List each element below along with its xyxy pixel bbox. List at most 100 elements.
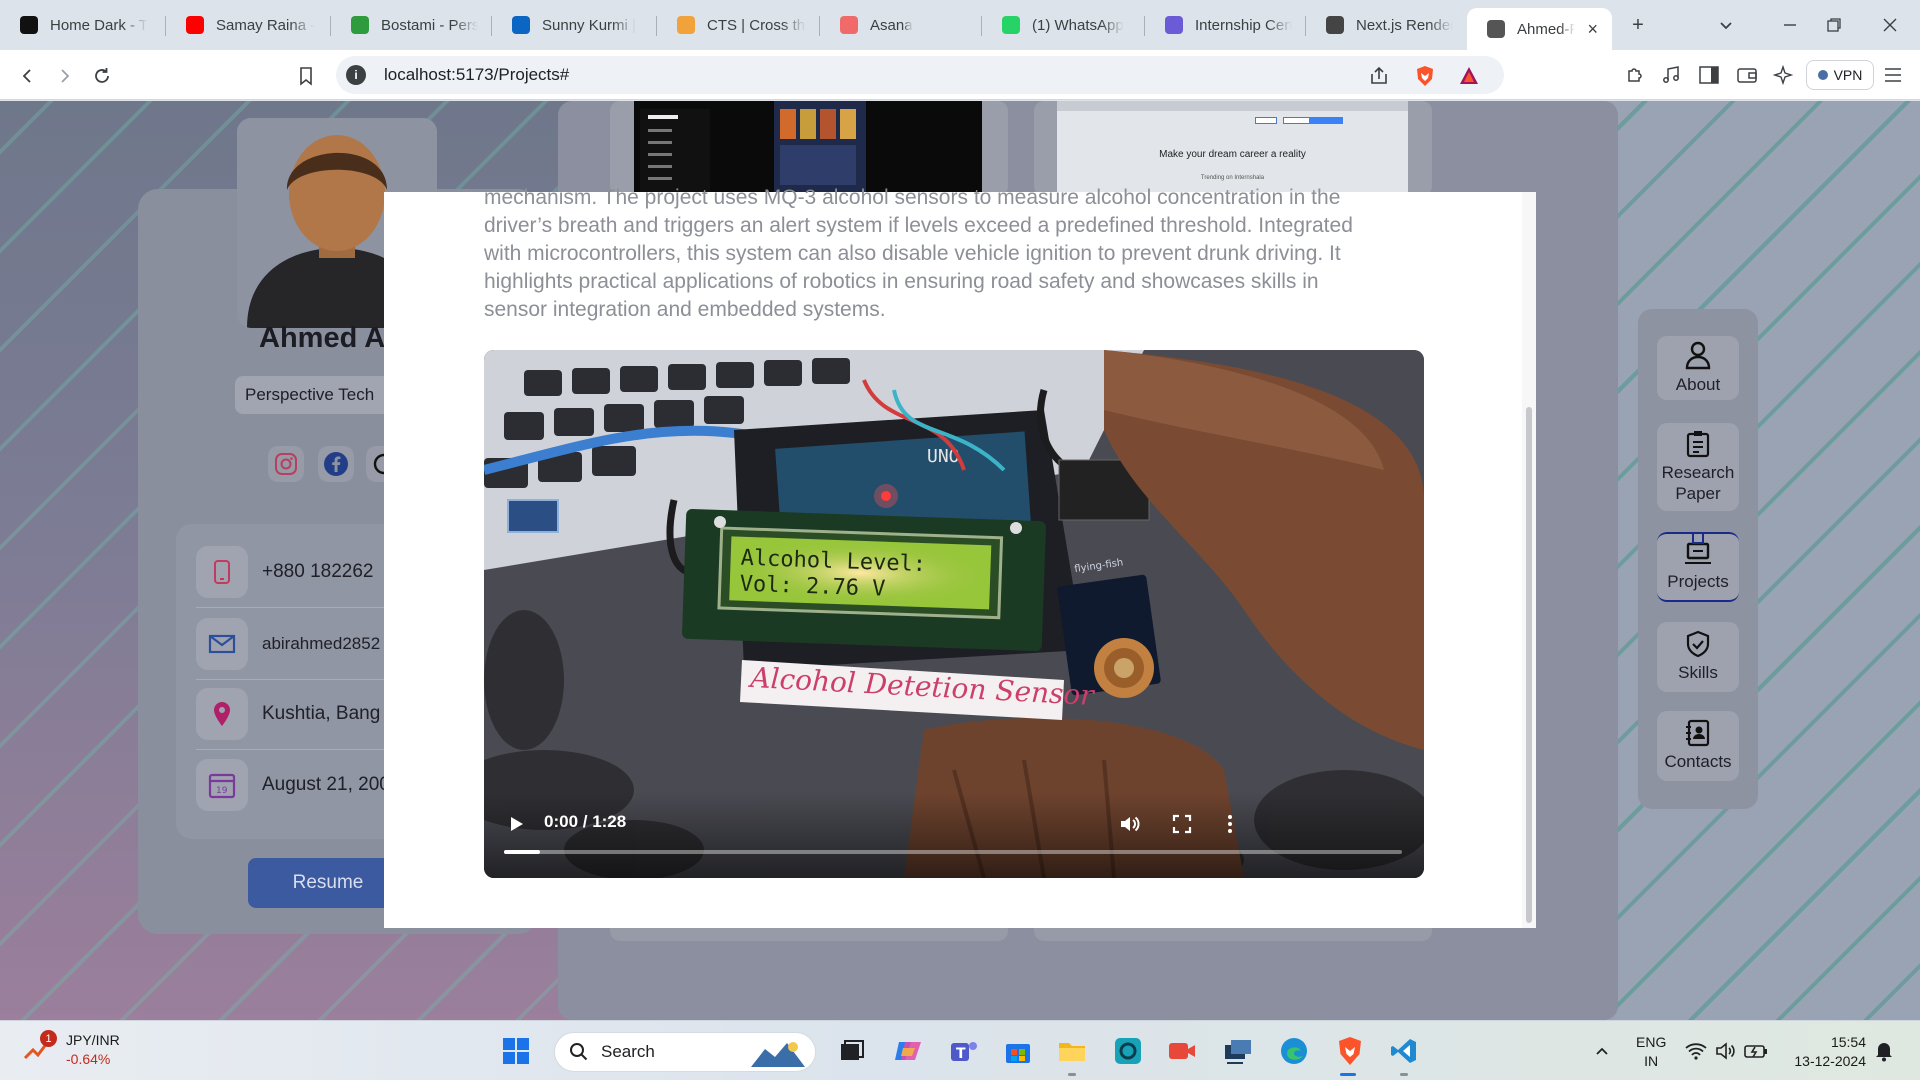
new-tab-button[interactable]: + [1618, 0, 1658, 50]
browser-tab[interactable]: Sunny Kurmi | [492, 0, 657, 50]
forward-button[interactable] [48, 60, 80, 92]
bolt-icon [351, 16, 369, 34]
browser-tab[interactable]: Bostami - Pers [331, 0, 492, 50]
chevron-up-icon [1596, 1047, 1608, 1055]
fullscreen-icon[interactable] [1170, 812, 1194, 836]
share-icon[interactable] [1368, 65, 1390, 87]
project-thumbnail-internshala-clone[interactable]: Make your dream career a reality Trendin… [1057, 101, 1408, 193]
browser-tab[interactable]: Internship Cert [1145, 0, 1306, 50]
search-label: Search [601, 1042, 655, 1061]
wifi-status[interactable] [1680, 1035, 1712, 1067]
preview-employer-button [1309, 117, 1343, 124]
video-progress-fill [504, 850, 540, 854]
teams-icon: T [951, 1042, 977, 1062]
svg-text:T: T [956, 1046, 966, 1062]
remote-desktop-button[interactable] [1222, 1035, 1254, 1067]
brave-shield-icon[interactable] [1414, 65, 1436, 87]
system-clock[interactable]: 15:54 13-12-2024 [1786, 1033, 1866, 1071]
more-options-icon[interactable] [1218, 812, 1242, 836]
facebook-link[interactable] [318, 446, 354, 482]
vpn-status-icon [1817, 70, 1828, 80]
task-view-button[interactable] [836, 1035, 868, 1067]
vscode-button[interactable] [1388, 1035, 1420, 1067]
extensions-button[interactable] [1624, 64, 1646, 86]
volume-icon[interactable] [1118, 812, 1142, 836]
nav-item-label: Skills [1678, 663, 1718, 683]
search-highlight-icon [751, 1042, 805, 1067]
media-button[interactable] [1660, 64, 1682, 86]
shield-icon [1685, 630, 1711, 662]
close-window-button[interactable] [1870, 0, 1910, 50]
whatsapp-icon [1002, 16, 1020, 34]
site-info-icon[interactable]: i [346, 65, 366, 85]
modal-scrollbar-thumb[interactable] [1526, 407, 1532, 923]
vpn-button[interactable]: VPN [1806, 60, 1874, 90]
project-video[interactable]: UNO Alcohol Level: Vol: 2.76 V flying-fi… [484, 350, 1424, 878]
wifi-icon [1685, 1043, 1707, 1060]
wallet-button[interactable] [1736, 64, 1758, 86]
file-explorer-button[interactable] [1056, 1035, 1088, 1067]
file-explorer-running-indicator [1068, 1073, 1076, 1076]
volume-status[interactable] [1710, 1035, 1742, 1067]
browser-tab[interactable]: Next.js Render [1306, 0, 1467, 50]
minimize-button[interactable] [1770, 0, 1810, 50]
laptop-icon [1683, 541, 1713, 571]
preview-caption: Make your dream career a reality [1159, 149, 1306, 160]
teams-button[interactable]: T [948, 1035, 980, 1067]
browser-tab[interactable]: CTS | Cross the [657, 0, 820, 50]
description-line: sensor integration and embedded systems. [484, 298, 886, 321]
nav-item-contacts[interactable]: Contacts [1657, 711, 1739, 781]
contact-text: Kushtia, Bang [262, 703, 381, 724]
browser-tab[interactable]: Asana [820, 0, 982, 50]
video-camera-icon [1169, 1043, 1195, 1059]
battery-status[interactable] [1740, 1035, 1772, 1067]
browser-tab[interactable]: Ahmed-Po × [1467, 8, 1612, 50]
brave-rewards-icon[interactable] [1458, 65, 1480, 87]
nav-item-about[interactable]: About [1657, 336, 1739, 400]
close-tab-icon[interactable]: × [1587, 19, 1598, 40]
browser-tab[interactable]: Home Dark - T [0, 0, 166, 50]
project-thumbnail-instagram-clone[interactable] [634, 101, 982, 193]
sidebar-toggle-button[interactable] [1698, 64, 1720, 86]
nav-item-projects[interactable]: Projects [1657, 532, 1739, 602]
language-indicator[interactable]: ENG IN [1636, 1033, 1666, 1071]
video-progress-bar[interactable] [504, 850, 1402, 854]
url-field[interactable]: i localhost:5173/Projects# [336, 56, 1504, 94]
brave-button[interactable] [1334, 1035, 1366, 1067]
copilot-icon [895, 1042, 921, 1060]
tab-title: Sunny Kurmi | [542, 16, 636, 34]
back-button[interactable] [12, 60, 44, 92]
store-button[interactable] [1002, 1035, 1034, 1067]
notifications-button[interactable] [1868, 1035, 1900, 1067]
ticker-change: -0.64% [66, 1051, 111, 1067]
menu-button[interactable] [1882, 64, 1904, 86]
nav-item-skills[interactable]: Skills [1657, 622, 1739, 692]
profile-name: Ahmed Al [259, 322, 394, 354]
bookmark-button[interactable] [290, 60, 322, 92]
camera-app-button[interactable] [1166, 1035, 1198, 1067]
taskbar-search[interactable]: Search [554, 1032, 816, 1072]
browser-tab[interactable]: Samay Raina - [166, 0, 331, 50]
tab-title: Samay Raina - [216, 16, 316, 34]
play-icon[interactable] [506, 814, 526, 834]
browser-tab[interactable]: (1) WhatsApp [982, 0, 1145, 50]
nav-item-research-paper[interactable]: Research Paper [1657, 423, 1739, 511]
mail-icon [196, 618, 248, 670]
copilot-button[interactable] [892, 1035, 924, 1067]
start-button[interactable] [500, 1035, 532, 1067]
instagram-link[interactable] [268, 446, 304, 482]
reload-button[interactable] [86, 60, 118, 92]
show-hidden-icons-button[interactable] [1586, 1035, 1618, 1067]
contact-text: abirahmed2852 [262, 634, 381, 653]
restore-button[interactable] [1814, 0, 1854, 50]
stock-widget[interactable]: 1 JPY/INR -0.64% [22, 1030, 120, 1069]
leo-ai-button[interactable] [1772, 64, 1794, 86]
cortana-button[interactable] [1112, 1035, 1144, 1067]
contact-text: +880 182262 [262, 561, 374, 582]
edge-button[interactable] [1278, 1035, 1310, 1067]
tab-search-button[interactable] [1706, 0, 1746, 50]
sidebar-icon [1699, 66, 1719, 84]
tabs-container: Home Dark - T Samay Raina - Bostami - Pers… [0, 0, 1612, 50]
puzzle-icon [1628, 68, 1642, 82]
minimize-icon [1784, 24, 1796, 26]
